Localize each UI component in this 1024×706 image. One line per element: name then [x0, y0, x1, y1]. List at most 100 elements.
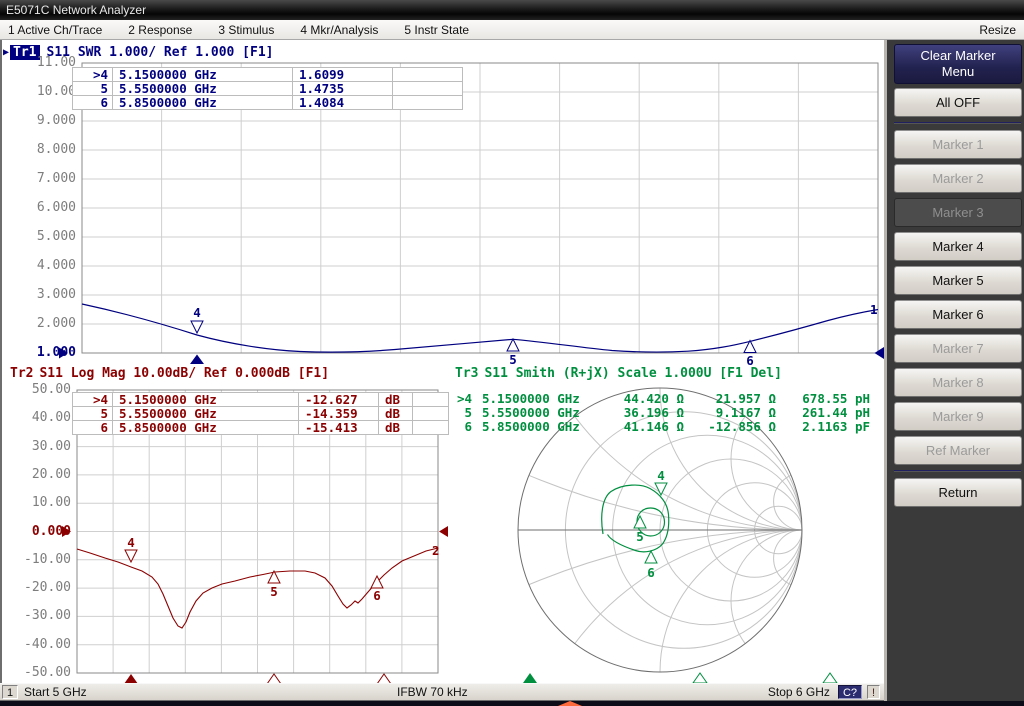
tr2-marker-table: >4 5.1500000 GHz -12.627 dB 5 5.5500000 … [72, 392, 449, 435]
softkey-separator [894, 470, 1021, 472]
tr2-badge: Tr2 [10, 366, 33, 381]
marker-extra [413, 407, 449, 421]
marker-number: 6 [73, 421, 113, 435]
tr1-y-label: 9.000 [8, 113, 76, 129]
marker-freq: 5.5500000 GHz [113, 407, 299, 421]
marker-freq: 5.8500000 GHz [113, 421, 299, 435]
all-off-button[interactable]: All OFF [894, 88, 1022, 117]
marker-4-button[interactable]: Marker 4 [894, 232, 1022, 261]
marker-number: 5 [73, 407, 113, 421]
menu-active-ch-trace[interactable]: 1 Active Ch/Trace [8, 23, 102, 37]
marker-unit [393, 68, 463, 82]
marker-8-button: Marker 8 [894, 368, 1022, 397]
marker-lc-value: 678.55 pH [776, 392, 870, 406]
list-item: 6 5.8500000 GHz 41.146 Ω -12.856 Ω 2.116… [452, 420, 870, 434]
marker-extra [413, 421, 449, 435]
marker-resistance: 36.196 Ω [598, 406, 684, 420]
marker-unit [393, 82, 463, 96]
ref-marker-button: Ref Marker [894, 436, 1022, 465]
marker-value: 1.4735 [293, 82, 393, 96]
tr1-y-label: 10.00 [8, 84, 76, 100]
tr2-y-label: 50.00 [3, 382, 71, 398]
table-row: 6 5.8500000 GHz 1.4084 [73, 96, 463, 110]
status-bar: 1 Start 5 GHz IFBW 70 kHz Stop 6 GHz C? … [0, 683, 884, 701]
menu-bar: 1 Active Ch/Trace 2 Response 3 Stimulus … [0, 20, 1024, 40]
list-item: 5 5.5500000 GHz 36.196 Ω 9.1167 Ω 261.44… [452, 406, 870, 420]
marker-number: 6 [452, 420, 472, 434]
tr3-header[interactable]: Tr3 S11 Smith (R+jX) Scale 1.000U [F1 De… [455, 365, 782, 381]
app-window: E5071C Network Analyzer 1 Active Ch/Trac… [0, 0, 1024, 706]
marker-unit: dB [379, 393, 413, 407]
marker-lc-value: 261.44 pH [776, 406, 870, 420]
tr2-header[interactable]: Tr2 S11 Log Mag 10.00dB/ Ref 0.000dB [F1… [10, 365, 329, 381]
tr2-y-label: 30.00 [3, 439, 71, 455]
chart-area [0, 40, 884, 683]
marker-lc-value: 2.1163 pF [776, 420, 870, 434]
warning-indicator: ! [867, 685, 880, 699]
marker-number: 5 [452, 406, 472, 420]
marker-freq: 5.1500000 GHz [113, 393, 299, 407]
menu-instr-state[interactable]: 5 Instr State [404, 23, 469, 37]
marker-value: -15.413 [299, 421, 379, 435]
marker-reactance: -12.856 Ω [684, 420, 776, 434]
menu-mkr-analysis[interactable]: 4 Mkr/Analysis [300, 23, 378, 37]
softkey-menu-title-line1: Clear Marker [920, 48, 995, 64]
marker-resistance: 44.420 Ω [598, 392, 684, 406]
tr2-ref-level-label: 0.000 [3, 524, 71, 540]
tr1-y-label: 6.000 [8, 200, 76, 216]
tr1-y-label: 3.000 [8, 287, 76, 303]
start-frequency: Start 5 GHz [24, 685, 87, 699]
tr2-y-label: 10.00 [3, 495, 71, 511]
marker-6-button[interactable]: Marker 6 [894, 300, 1022, 329]
bottom-edge [0, 701, 1024, 706]
tr2-y-label: -20.00 [3, 580, 71, 596]
marker-unit: dB [379, 421, 413, 435]
marker-number: >4 [452, 392, 472, 406]
marker-1-button: Marker 1 [894, 130, 1022, 159]
softkey-sidebar: Clear Marker Menu All OFF Marker 1 Marke… [884, 40, 1024, 706]
menu-response[interactable]: 2 Response [128, 23, 192, 37]
marker-3-button[interactable]: Marker 3 [894, 198, 1022, 227]
marker-unit: dB [379, 407, 413, 421]
marker-freq: 5.8500000 GHz [482, 420, 598, 434]
marker-freq: 5.8500000 GHz [113, 96, 293, 110]
table-row: 5 5.5500000 GHz 1.4735 [73, 82, 463, 96]
marker-9-button: Marker 9 [894, 402, 1022, 431]
tr3-title: S11 Smith (R+jX) Scale 1.000U [F1 Del] [484, 366, 781, 381]
softkey-separator [894, 122, 1021, 124]
marker-number: 5 [73, 82, 113, 96]
marker-number: 6 [73, 96, 113, 110]
tr1-y-label: 7.000 [8, 171, 76, 187]
tr2-y-label: 20.00 [3, 467, 71, 483]
marker-2-button: Marker 2 [894, 164, 1022, 193]
marker-unit [393, 96, 463, 110]
tr1-y-label: 5.000 [8, 229, 76, 245]
tr2-title: S11 Log Mag 10.00dB/ Ref 0.000dB [F1] [39, 366, 329, 381]
table-row: >4 5.1500000 GHz 1.6099 [73, 68, 463, 82]
table-row: >4 5.1500000 GHz -12.627 dB [73, 393, 449, 407]
stop-frequency: Stop 6 GHz [768, 685, 830, 699]
menu-resize[interactable]: Resize [979, 23, 1016, 37]
marker-7-button: Marker 7 [894, 334, 1022, 363]
tr3-badge: Tr3 [455, 366, 478, 381]
softkey-menu-title: Clear Marker Menu [894, 44, 1022, 84]
marker-freq: 5.5500000 GHz [482, 406, 598, 420]
ifbw-readout: IFBW 70 kHz [397, 685, 468, 699]
tr1-y-label: 11.00 [8, 55, 76, 71]
marker-reactance: 21.957 Ω [684, 392, 776, 406]
marker-5-button[interactable]: Marker 5 [894, 266, 1022, 295]
menu-stimulus[interactable]: 3 Stimulus [218, 23, 274, 37]
tr2-y-label: -50.00 [3, 665, 71, 681]
tr1-y-label: 2.000 [8, 316, 76, 332]
channel-indicator: 1 [2, 685, 18, 699]
tr2-y-label: -40.00 [3, 637, 71, 653]
return-button[interactable]: Return [894, 478, 1022, 507]
marker-number: >4 [73, 393, 113, 407]
tr2-y-label: -30.00 [3, 608, 71, 624]
taskbar-peek-icon [558, 701, 582, 706]
tr1-marker-table: >4 5.1500000 GHz 1.6099 5 5.5500000 GHz … [72, 67, 463, 110]
marker-value: -12.627 [299, 393, 379, 407]
marker-reactance: 9.1167 Ω [684, 406, 776, 420]
table-row: 6 5.8500000 GHz -15.413 dB [73, 421, 449, 435]
marker-freq: 5.5500000 GHz [113, 82, 293, 96]
